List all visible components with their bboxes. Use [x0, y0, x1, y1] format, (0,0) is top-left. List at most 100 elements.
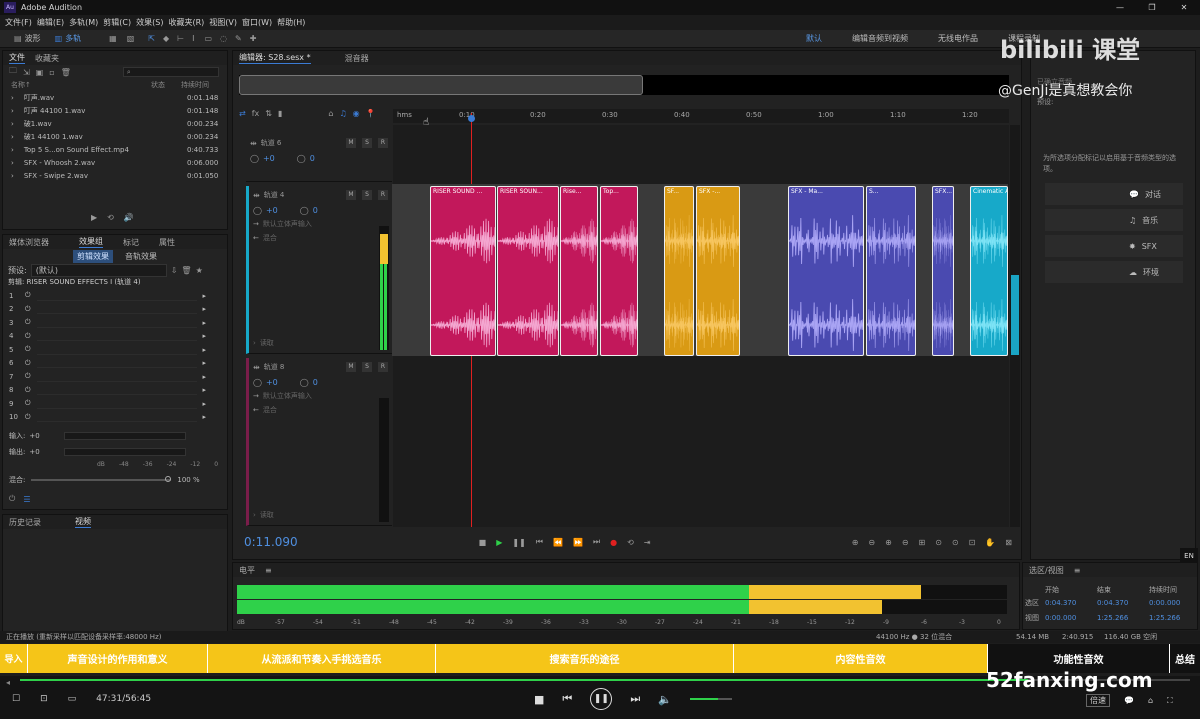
workspace-default[interactable]: 默认: [806, 33, 822, 44]
slot-power-icon[interactable]: ⏻: [25, 386, 31, 395]
zoom-in-amp-icon[interactable]: ⊕: [852, 538, 859, 547]
menu-effects[interactable]: 效果(S): [136, 17, 163, 28]
slot-arrow-icon[interactable]: ▸: [203, 373, 207, 381]
audio-clip[interactable]: SF...: [664, 186, 694, 356]
solo-button[interactable]: S: [362, 362, 372, 372]
loop-playback-icon[interactable]: ⟲: [627, 538, 634, 547]
volume-icon[interactable]: 🔈: [658, 693, 672, 706]
music-button[interactable]: ♫ 音乐: [1045, 209, 1183, 231]
restore-button[interactable]: ❐: [1136, 3, 1168, 12]
slot-arrow-icon[interactable]: ▸: [203, 400, 207, 408]
overview-viewport[interactable]: [239, 75, 643, 95]
current-time[interactable]: 0:11.090: [244, 535, 298, 549]
metronome-icon[interactable]: ♫: [339, 109, 346, 118]
move-tool-icon[interactable]: ⇱: [148, 34, 155, 43]
audio-clip[interactable]: SFX - Ma...: [788, 186, 864, 356]
expand-icon[interactable]: ›: [253, 339, 256, 347]
zoom-out-time-icon[interactable]: ⊖: [902, 538, 909, 547]
menu-help[interactable]: 帮助(H): [277, 17, 305, 28]
chapter-search[interactable]: 搜索音乐的途径: [436, 644, 734, 673]
zoom-full-icon[interactable]: ⊞: [919, 538, 926, 547]
effect-slot[interactable]: 9 ⏻ ▸: [9, 397, 227, 411]
stop-icon[interactable]: ■: [534, 693, 544, 706]
fullscreen-icon[interactable]: ⛶: [1167, 696, 1173, 706]
audio-clip[interactable]: Rise...: [560, 186, 598, 356]
playhead-handle-icon[interactable]: [468, 115, 475, 122]
zoom-out-amp-icon[interactable]: ⊖: [868, 538, 875, 547]
workspace-radio[interactable]: 无线电作品: [938, 33, 978, 44]
track-volume[interactable]: +0: [266, 206, 278, 215]
delete-icon[interactable]: 🗑: [61, 68, 71, 77]
menu-window[interactable]: 窗口(W): [242, 17, 272, 28]
collapse-icon[interactable]: ⇹: [250, 139, 257, 148]
col-name[interactable]: 名称↑: [11, 80, 151, 90]
slot-arrow-icon[interactable]: ▸: [203, 292, 207, 300]
mix-slider[interactable]: [31, 476, 172, 482]
menu-multitrack[interactable]: 多轨(M): [69, 17, 98, 28]
pan-knob-icon[interactable]: ◯: [300, 206, 309, 215]
slot-arrow-icon[interactable]: ▸: [203, 319, 207, 327]
fx-icon[interactable]: fx: [252, 109, 260, 118]
minimize-button[interactable]: —: [1104, 3, 1136, 12]
file-row[interactable]: › 破1.wav 0:00.234: [3, 117, 227, 130]
zoom-in-time-icon[interactable]: ⊕: [885, 538, 892, 547]
track-output[interactable]: 混合: [263, 233, 277, 243]
sfx-button[interactable]: ✸ SFX: [1045, 235, 1183, 257]
audio-clip[interactable]: RISER SOUND ...: [430, 186, 496, 356]
effect-slot[interactable]: 7 ⏻ ▸: [9, 370, 227, 384]
skip-icon[interactable]: ⇥: [644, 538, 651, 547]
overview-bar[interactable]: [239, 75, 1009, 95]
slot-power-icon[interactable]: ⏻: [25, 305, 31, 314]
slot-power-icon[interactable]: ⏻: [25, 318, 31, 327]
zoom-fit-icon[interactable]: ⊠: [1005, 538, 1012, 547]
effect-slot[interactable]: 10 ⏻ ▸: [9, 411, 227, 425]
waveform-view-icon[interactable]: ▤: [14, 34, 22, 43]
tab-editor[interactable]: 编辑器: S28.sesx *: [239, 52, 311, 64]
hand-icon[interactable]: ✋: [985, 538, 995, 547]
automation-read[interactable]: 读取: [260, 510, 274, 520]
slot-power-icon[interactable]: ⏻: [25, 413, 31, 422]
pip-icon[interactable]: ▭: [68, 694, 77, 704]
track-header-8[interactable]: ⇹ 轨道 8 MSR ◯ +0 ◯ 0 → 默认立体声输入 ← 混合 › 读取: [246, 358, 392, 526]
record-icon[interactable]: ●: [610, 538, 617, 547]
slot-arrow-icon[interactable]: ▸: [203, 359, 207, 367]
solo-button[interactable]: S: [362, 190, 372, 200]
slot-power-icon[interactable]: ⏻: [25, 345, 31, 354]
eq-icon[interactable]: ▮: [278, 109, 282, 118]
solo-button[interactable]: S: [362, 138, 372, 148]
col-status[interactable]: 状态: [151, 80, 181, 90]
next-icon[interactable]: ⏭: [630, 692, 640, 706]
chapter-content-sfx[interactable]: 内容性音效: [734, 644, 988, 673]
waveform-view-button[interactable]: 波形: [25, 33, 41, 44]
slot-arrow-icon[interactable]: ▸: [203, 346, 207, 354]
time-ruler[interactable]: hms 0:10 0:20 0:30 0:40 0:50 1:00 1:10 1…: [393, 109, 1009, 123]
input-value[interactable]: +0: [29, 432, 39, 440]
tab-mixer[interactable]: 混音器: [345, 53, 369, 64]
time-selection-icon[interactable]: I: [192, 34, 194, 43]
track-output[interactable]: 混合: [263, 405, 277, 415]
forward-icon[interactable]: ⏩: [573, 538, 583, 547]
volume-knob-icon[interactable]: ◯: [253, 206, 262, 215]
vertical-scrollbar[interactable]: [1010, 125, 1020, 527]
tab-effects-rack[interactable]: 效果组: [79, 236, 103, 248]
prev-icon[interactable]: ⏮: [562, 692, 572, 706]
track-pan[interactable]: 0: [313, 378, 318, 387]
volume-knob-icon[interactable]: ◯: [253, 378, 262, 387]
record-arm-button[interactable]: R: [378, 190, 388, 200]
stop-icon[interactable]: ■: [479, 538, 487, 547]
effect-slot[interactable]: 3 ⏻ ▸: [9, 316, 227, 330]
razor-tool-icon[interactable]: ◆: [163, 34, 169, 43]
brush-icon[interactable]: ✎: [235, 34, 242, 43]
tab-favorites[interactable]: 收藏夹: [35, 53, 59, 64]
chapter-genre[interactable]: 从流派和节奏入手挑选音乐: [208, 644, 436, 673]
danmaku-icon[interactable]: ☐: [12, 694, 20, 704]
tab-files[interactable]: 文件: [9, 52, 25, 64]
speed-button[interactable]: 倍速: [1086, 694, 1110, 707]
effect-slot[interactable]: 6 ⏻ ▸: [9, 357, 227, 371]
save-preset-icon[interactable]: ⇩: [171, 266, 178, 275]
audio-clip[interactable]: Top...: [600, 186, 638, 356]
track-pan[interactable]: 0: [313, 206, 318, 215]
volume-knob-icon[interactable]: ◯: [250, 154, 259, 163]
effect-slot[interactable]: 4 ⏻ ▸: [9, 330, 227, 344]
track-input[interactable]: 默认立体声输入: [263, 391, 312, 401]
